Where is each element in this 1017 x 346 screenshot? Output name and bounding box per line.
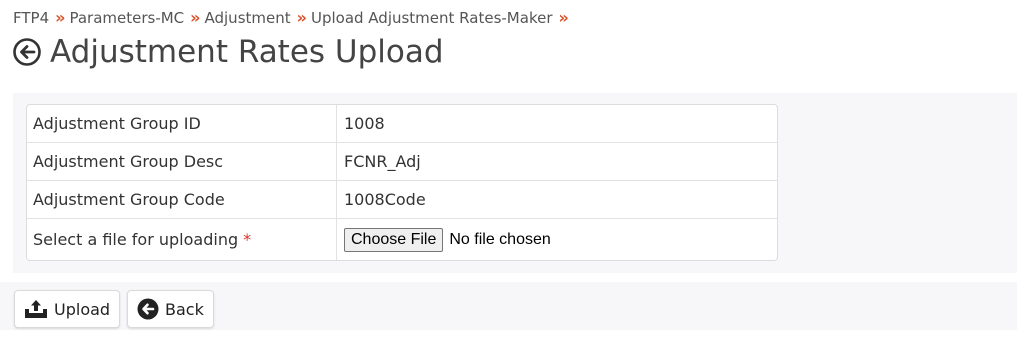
table-row: Adjustment Group Code 1008Code — [27, 181, 777, 219]
breadcrumb-separator: » — [190, 8, 200, 27]
breadcrumb-separator: » — [55, 8, 65, 27]
row-label: Adjustment Group Desc — [27, 143, 337, 180]
table-row: Adjustment Group Desc FCNR_Adj — [27, 143, 777, 181]
choose-file-button[interactable]: Choose File — [344, 227, 444, 252]
required-marker: * — [243, 230, 252, 249]
row-label: Select a file for uploading * — [27, 219, 337, 260]
row-label: Adjustment Group ID — [27, 105, 337, 142]
breadcrumb-item-ftp4[interactable]: FTP4 — [13, 9, 49, 27]
circle-arrow-left-icon[interactable] — [13, 38, 41, 66]
breadcrumb-item-parameters-mc[interactable]: Parameters-MC — [69, 9, 184, 27]
page-title: Adjustment Rates Upload — [50, 34, 444, 70]
details-table: Adjustment Group ID 1008 Adjustment Grou… — [26, 104, 778, 261]
breadcrumb-item-upload-adjustment-rates-maker[interactable]: Upload Adjustment Rates-Maker — [311, 9, 553, 27]
row-value: 1008 — [344, 114, 385, 133]
circle-arrow-left-filled-icon — [137, 298, 159, 320]
upload-tray-icon — [25, 300, 47, 318]
file-input: Choose File No file chosen — [337, 219, 777, 260]
breadcrumb-separator: » — [558, 8, 569, 27]
table-row: Adjustment Group ID 1008 — [27, 105, 777, 143]
breadcrumb-separator: » — [296, 8, 307, 27]
table-row: Select a file for uploading * Choose Fil… — [27, 219, 777, 260]
back-button[interactable]: Back — [127, 290, 214, 328]
back-button-label: Back — [165, 299, 204, 319]
file-status: No file chosen — [449, 230, 551, 248]
breadcrumb-item-adjustment[interactable]: Adjustment — [205, 9, 291, 27]
file-select-label: Select a file for uploading — [33, 230, 239, 249]
upload-button-label: Upload — [54, 299, 111, 319]
title-row: Adjustment Rates Upload — [13, 34, 444, 70]
row-value: FCNR_Adj — [344, 152, 421, 171]
row-value: 1008Code — [344, 190, 426, 209]
row-label: Adjustment Group Code — [27, 181, 337, 218]
upload-button[interactable]: Upload — [14, 290, 121, 328]
breadcrumb: FTP4 » Parameters-MC » Adjustment » Uplo… — [13, 8, 573, 27]
